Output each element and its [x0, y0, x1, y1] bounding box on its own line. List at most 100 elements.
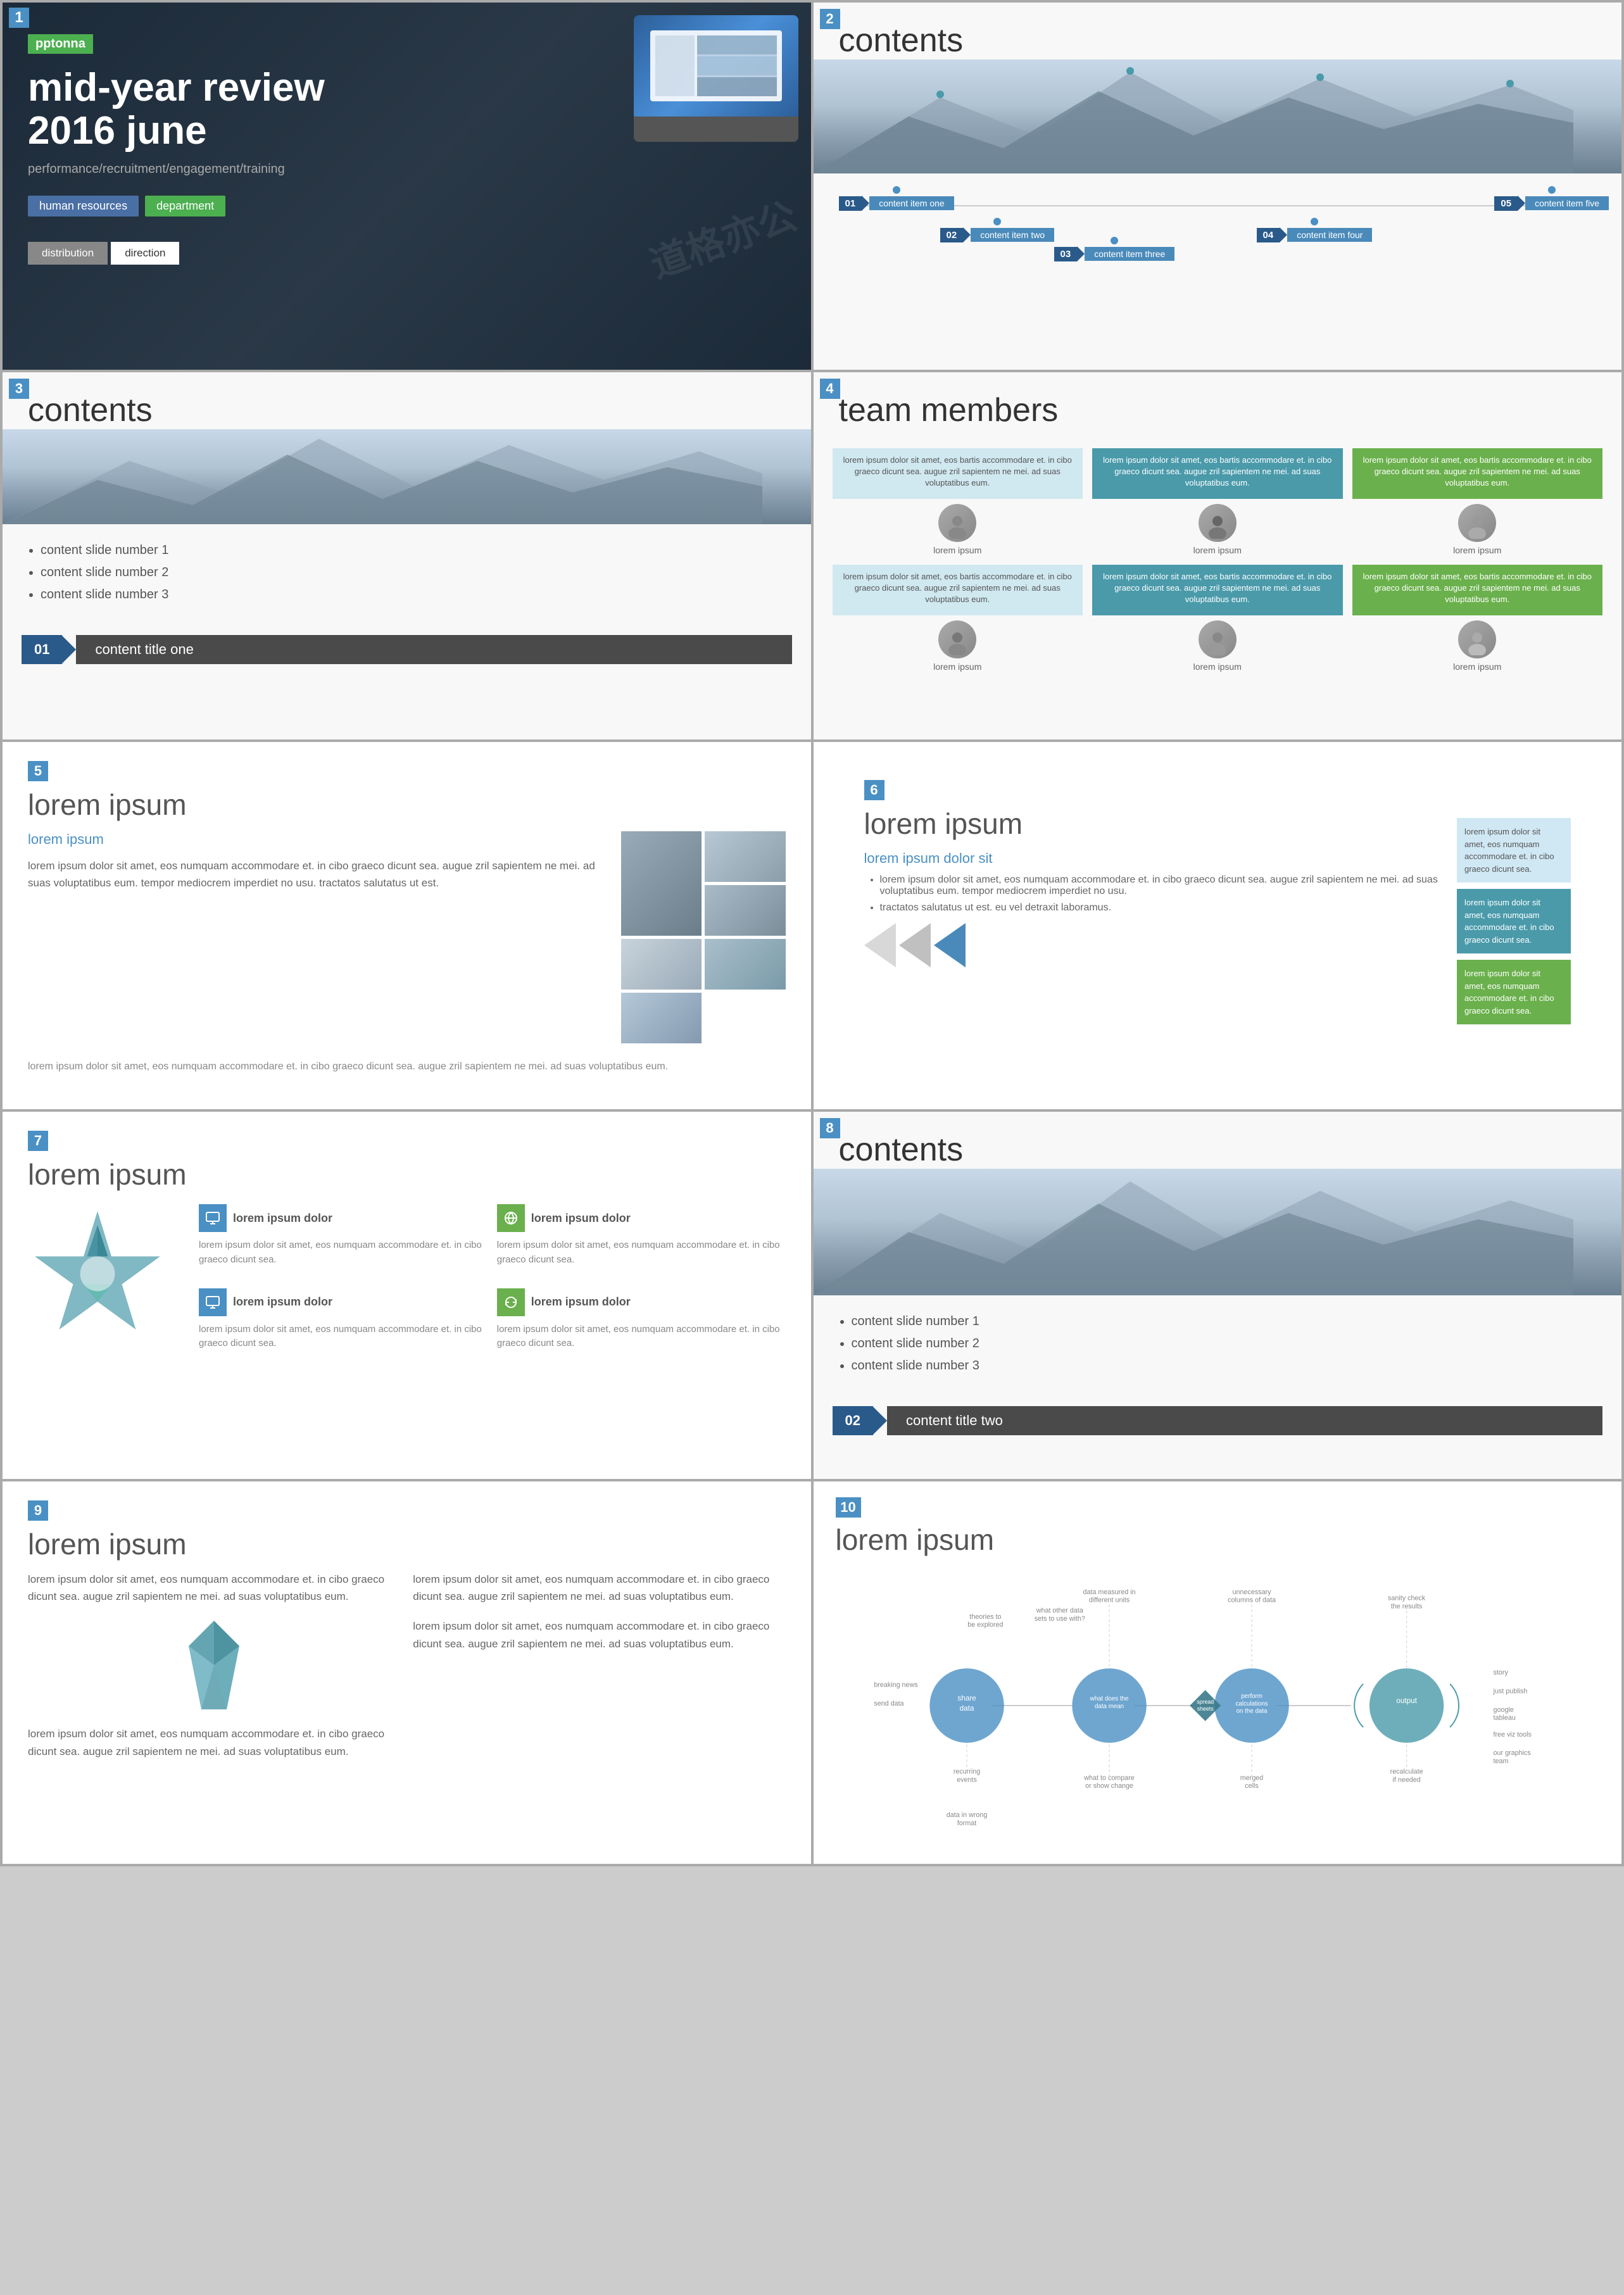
- slide-1: pptonna mid-year review2016 june perform…: [3, 3, 811, 370]
- num-01: 01: [839, 196, 862, 211]
- slide-5-body: lorem ipsum dolor sit amet, eos numquam …: [28, 857, 596, 891]
- content-list-8: content slide number 1 content slide num…: [814, 1302, 1622, 1393]
- slide-10: 10 lorem ipsum share data what does the …: [814, 1481, 1622, 1864]
- tag-dept[interactable]: department: [145, 196, 225, 217]
- num-05: 05: [1494, 196, 1518, 211]
- photo-6: [621, 993, 702, 1043]
- svg-text:data: data: [959, 1704, 974, 1713]
- svg-text:the results: the results: [1390, 1602, 1422, 1610]
- svg-text:data measured in: data measured in: [1083, 1588, 1135, 1596]
- photo-5: [705, 939, 786, 990]
- num-03: 03: [1054, 247, 1078, 261]
- svg-text:google: google: [1493, 1706, 1513, 1714]
- slide-8-title: contents: [814, 1112, 1622, 1169]
- slide-9: 9 lorem ipsum lorem ipsum dolor sit amet…: [3, 1481, 811, 1864]
- monitor2-icon: [199, 1288, 227, 1316]
- slide-6: 6 lorem ipsum lorem ipsum dolor sit lore…: [814, 742, 1622, 1109]
- avatar-1: [938, 504, 976, 542]
- arrow-01: [862, 196, 869, 211]
- label-02: content item two: [971, 228, 1054, 242]
- content-item-03: 03 content item three: [1054, 237, 1175, 261]
- star-item-3: lorem ipsum dolor lorem ipsum dolor sit …: [199, 1288, 488, 1363]
- icon-row-1: lorem ipsum dolor: [199, 1204, 488, 1232]
- star-item-1: lorem ipsum dolor lorem ipsum dolor sit …: [199, 1204, 488, 1279]
- slide-6-title: lorem ipsum: [864, 807, 1445, 841]
- list-item-2: content slide number 2: [41, 565, 773, 580]
- content-item-02: 02 content item two: [940, 218, 1055, 242]
- dot-01: [893, 186, 900, 194]
- team-lorem-6: lorem ipsum dolor sit amet, eos bartis a…: [1363, 572, 1592, 604]
- arrow-graphic-6: [864, 923, 1445, 967]
- svg-text:data mean: data mean: [1094, 1703, 1123, 1710]
- photo-2: [705, 831, 786, 882]
- mountain-img-3: [3, 429, 811, 524]
- timeline-line: [852, 205, 1584, 206]
- star-item-text-2: lorem ipsum dolor sit amet, eos numquam …: [497, 1238, 786, 1267]
- slide-6-li-1: lorem ipsum dolor sit amet, eos numquam …: [880, 874, 1445, 897]
- globe-icon: [497, 1204, 525, 1232]
- arrow-mid-6: [899, 923, 931, 967]
- svg-text:tableau: tableau: [1493, 1714, 1515, 1722]
- slide-5-left: lorem ipsum lorem ipsum dolor sit amet, …: [28, 831, 596, 1050]
- avatar-2: [1199, 504, 1237, 542]
- avatar-placeholder-5: [1199, 620, 1237, 658]
- avatar-4: [938, 620, 976, 658]
- slide-6-li-2: tractatos salutatus ut est. eu vel detra…: [880, 902, 1445, 914]
- svg-text:what does the: what does the: [1089, 1695, 1128, 1702]
- star-item-4: lorem ipsum dolor lorem ipsum dolor sit …: [497, 1288, 786, 1363]
- col-9-2-body: lorem ipsum dolor sit amet, eos numquam …: [413, 1571, 785, 1605]
- tab-distribution[interactable]: distribution: [28, 242, 108, 265]
- slide-4: 4 team members lorem ipsum dolor sit ame…: [814, 372, 1622, 739]
- team-name-2: lorem ipsum: [1092, 545, 1343, 555]
- team-lorem-5: lorem ipsum dolor sit amet, eos bartis a…: [1103, 572, 1331, 604]
- svg-text:sheets: sheets: [1197, 1706, 1214, 1712]
- svg-text:output: output: [1396, 1697, 1417, 1705]
- avatar-placeholder-2: [1199, 504, 1237, 542]
- monitor-icon: [199, 1204, 227, 1232]
- tag-row: human resources department: [28, 196, 786, 217]
- avatar-placeholder-3: [1458, 504, 1496, 542]
- team-card-1: lorem ipsum dolor sit amet, eos bartis a…: [833, 448, 1083, 555]
- slide-6-list: lorem ipsum dolor sit amet, eos numquam …: [880, 874, 1445, 914]
- icon-row-4: lorem ipsum dolor: [497, 1288, 786, 1316]
- ct-num-3: 01: [22, 635, 62, 664]
- ct-arrow-8: [873, 1407, 887, 1435]
- col-9-1-body: lorem ipsum dolor sit amet, eos numquam …: [28, 1571, 400, 1605]
- photo-1: [621, 831, 702, 936]
- content-item-04: 04 content item four: [1257, 218, 1373, 242]
- svg-text:what to compare: what to compare: [1083, 1774, 1134, 1782]
- svg-text:sets to use with?: sets to use with?: [1034, 1615, 1085, 1623]
- team-card-box-2: lorem ipsum dolor sit amet, eos bartis a…: [1092, 448, 1343, 499]
- svg-text:share: share: [957, 1694, 976, 1702]
- arrow-02: [963, 227, 971, 242]
- slide-1-content: pptonna mid-year review2016 june perform…: [3, 3, 811, 277]
- label-01: content item one: [869, 196, 954, 210]
- avatar-3: [1458, 504, 1496, 542]
- slide-8: 8 contents content slide number 1 conten…: [814, 1112, 1622, 1479]
- avatar-placeholder-1: [938, 504, 976, 542]
- arrow-right-6: [934, 923, 966, 967]
- team-name-6: lorem ipsum: [1352, 662, 1603, 672]
- svg-text:theories to: theories to: [969, 1613, 1001, 1621]
- slide-5-caption: lorem ipsum dolor sit amet, eos numquam …: [28, 1059, 786, 1074]
- slide-3-title: contents: [3, 372, 811, 429]
- ct-label-8: content title two: [887, 1406, 1602, 1435]
- tag-hr[interactable]: human resources: [28, 196, 139, 217]
- dot-04: [1311, 218, 1318, 225]
- star-section: lorem ipsum dolor lorem ipsum dolor sit …: [28, 1204, 786, 1362]
- arrow-04: [1280, 227, 1287, 242]
- svg-text:be explored: be explored: [967, 1621, 1003, 1629]
- slide-6-right: lorem ipsum dolor sit amet, eos numquam …: [1457, 780, 1571, 1071]
- gem-graphic-9: [176, 1614, 252, 1716]
- team-lorem-2: lorem ipsum dolor sit amet, eos bartis a…: [1103, 455, 1331, 487]
- brand-tag: pptonna: [28, 34, 93, 54]
- arrow-03: [1077, 246, 1085, 261]
- icon-row-2: lorem ipsum dolor: [497, 1204, 786, 1232]
- team-card-box-4: lorem ipsum dolor sit amet, eos bartis a…: [833, 565, 1083, 615]
- star-item-title-3: lorem ipsum dolor: [233, 1295, 332, 1309]
- tab-direction[interactable]: direction: [111, 242, 179, 265]
- icon-row-3: lorem ipsum dolor: [199, 1288, 488, 1316]
- col-9-1: lorem ipsum dolor sit amet, eos numquam …: [28, 1571, 400, 1770]
- side-box-3: lorem ipsum dolor sit amet, eos numquam …: [1457, 960, 1571, 1024]
- slide-4-title: team members: [814, 372, 1622, 429]
